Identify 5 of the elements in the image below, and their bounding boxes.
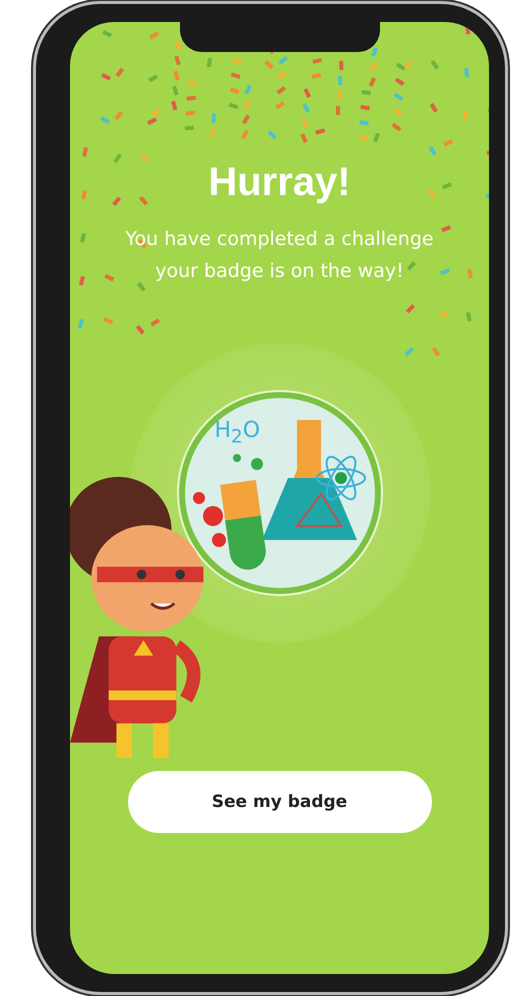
badge-label: H$_{2}$O [214,418,260,448]
message-line: your badge is on the way! [155,259,404,284]
title: Hurray! [208,160,351,205]
see-badge-button[interactable]: See my badge [128,771,432,833]
message-line: You have completed a challenge [125,227,434,252]
